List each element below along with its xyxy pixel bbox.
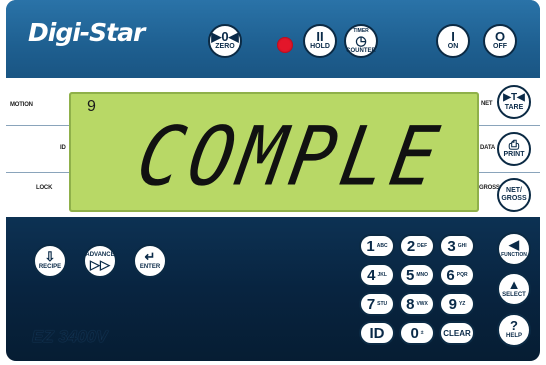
model-label: EZ 3400V [32, 327, 108, 346]
zero-button[interactable]: ▶0◀ ZERO [208, 24, 242, 58]
enter-button[interactable]: ↵ ENTER [133, 244, 167, 278]
key-8[interactable]: 8 VWX [399, 292, 435, 316]
status-led [277, 37, 293, 53]
top-bar: Digi-Star ▶0◀ ZERO II HOLD TIMER ◷ COUNT… [6, 0, 540, 78]
on-button[interactable]: I ON [436, 24, 470, 58]
hold-button[interactable]: II HOLD [303, 24, 337, 58]
key-id[interactable]: ID [359, 321, 395, 345]
net-indicator: NET [481, 101, 493, 107]
scale-indicator-panel: Digi-Star ▶0◀ ZERO II HOLD TIMER ◷ COUNT… [6, 0, 540, 361]
key-4[interactable]: 4 JKL [359, 263, 395, 287]
select-button[interactable]: ▲ SELECT [497, 272, 531, 306]
data-indicator: DATA [480, 145, 495, 151]
key-3[interactable]: 3 GHI [439, 234, 475, 258]
timer-icon: ◷ [355, 33, 367, 48]
lcd-display: 9 COMPLE [69, 92, 479, 212]
key-2[interactable]: 2 DEF [399, 234, 435, 258]
power-off-icon: O [494, 29, 506, 44]
timer-counter-button[interactable]: TIMER ◷ COUNTER [344, 24, 378, 58]
recipe-icon: ⇩ [44, 249, 56, 264]
function-icon: ◀ [509, 237, 519, 252]
key-6[interactable]: 6 PQR [439, 263, 475, 287]
display-small-digit: 9 [87, 98, 96, 115]
function-button[interactable]: ◀ FUNCTION [497, 232, 531, 266]
tare-button[interactable]: ▶T◀ TARE [497, 85, 531, 119]
key-5[interactable]: 5 MNO [399, 263, 435, 287]
advance-button[interactable]: ADVANCE ▷▷ [83, 244, 117, 278]
key-7[interactable]: 7 STU [359, 292, 395, 316]
key-9[interactable]: 9 YZ [439, 292, 475, 316]
print-button[interactable]: ⎙ PRINT [497, 132, 531, 166]
id-indicator: ID [60, 145, 66, 151]
enter-icon: ↵ [144, 249, 156, 264]
brand-logo: Digi-Star [28, 18, 145, 47]
motion-indicator: MOTION [10, 102, 33, 108]
key-1[interactable]: 1 ABC [359, 234, 395, 258]
tare-icon: ▶T◀ [503, 92, 525, 103]
lock-indicator: LOCK [36, 185, 53, 191]
printer-icon: ⎙ [508, 137, 520, 152]
zero-icon: ▶0◀ [211, 29, 239, 44]
net-gross-button[interactable]: NET/ GROSS [497, 178, 531, 212]
display-main-text: COMPLE [130, 109, 451, 205]
help-icon: ? [510, 318, 518, 333]
key-clear[interactable]: CLEAR [439, 321, 475, 345]
help-button[interactable]: ? HELP [497, 313, 531, 347]
power-on-icon: I [451, 29, 455, 44]
select-icon: ▲ [507, 277, 521, 292]
key-0[interactable]: 0 ± [399, 321, 435, 345]
recipe-button[interactable]: ⇩ RECIPE [33, 244, 67, 278]
fast-forward-icon: ▷▷ [90, 257, 110, 272]
off-button[interactable]: O OFF [483, 24, 517, 58]
pause-icon: II [316, 29, 324, 44]
